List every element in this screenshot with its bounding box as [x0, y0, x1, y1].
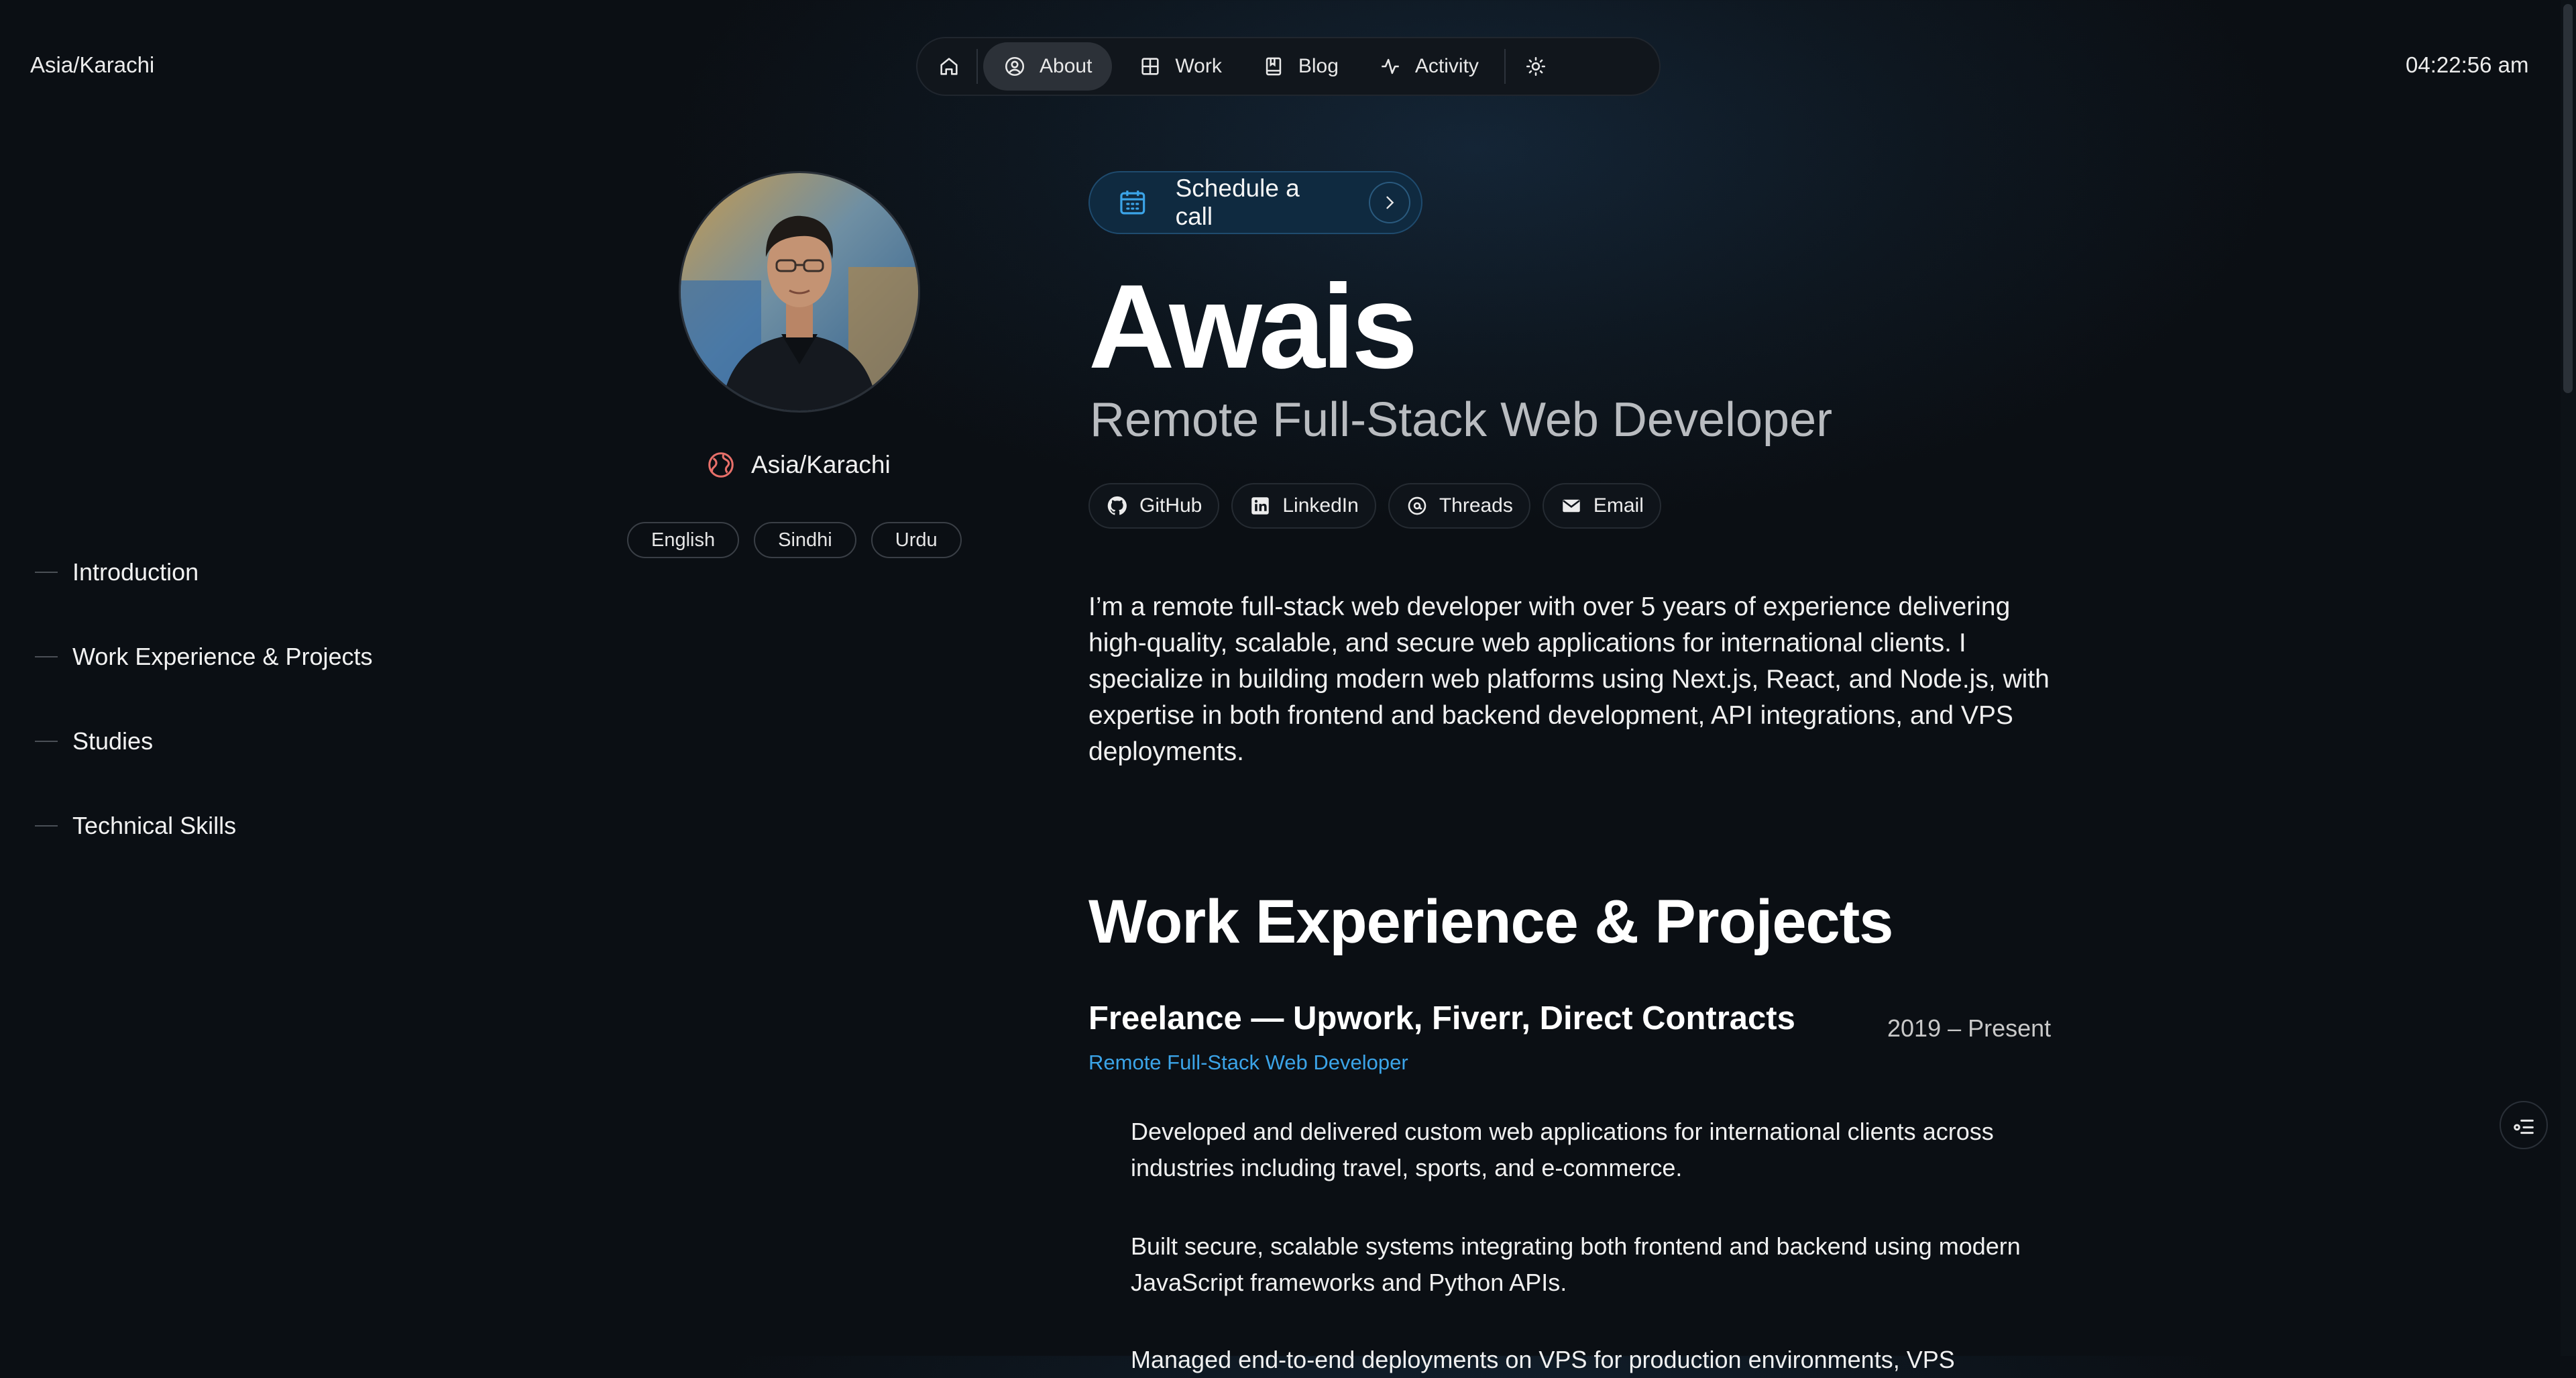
email-label: Email	[1593, 494, 1644, 517]
profile-location: Asia/Karachi	[706, 449, 891, 480]
globe-icon	[708, 452, 734, 478]
toc-label: Technical Skills	[72, 812, 237, 839]
avatar	[679, 171, 920, 413]
table-of-contents: Introduction Work Experience & Projects …	[35, 530, 373, 868]
activity-icon	[1382, 58, 1399, 74]
scrollbar-thumb[interactable]	[2563, 4, 2573, 393]
schedule-call-label: Schedule a call	[1175, 174, 1300, 230]
avatar-photo	[681, 173, 918, 411]
github-link[interactable]: GitHub	[1088, 483, 1220, 529]
threads-icon	[1408, 496, 1426, 515]
job-bullet: Built secure, scalable systems integrati…	[1131, 1232, 2021, 1296]
book-icon	[1266, 57, 1282, 76]
threads-link[interactable]: Threads	[1388, 483, 1530, 529]
toc-introduction[interactable]: Introduction	[35, 530, 373, 615]
toc-label: Work Experience & Projects	[72, 643, 373, 670]
languages-list: English Sindhi Urdu	[627, 522, 962, 558]
nav-blog[interactable]: Blog	[1242, 42, 1359, 91]
grid-icon	[1141, 58, 1160, 75]
timezone-label: Asia/Karachi	[30, 52, 155, 77]
profile-role: Remote Full-Stack Web Developer	[1090, 393, 1833, 447]
user-circle-icon	[1005, 56, 1025, 76]
home-icon	[940, 58, 958, 75]
toc-technical-skills[interactable]: Technical Skills	[35, 784, 373, 868]
toc-dash	[35, 741, 58, 742]
language-chip: English	[627, 522, 740, 558]
job-role: Remote Full-Stack Web Developer	[1088, 1051, 1408, 1074]
nav-home[interactable]	[917, 42, 976, 91]
mail-icon	[1563, 499, 1580, 513]
toc-dash	[35, 656, 58, 657]
clock: 04:22:56 am	[2406, 52, 2529, 77]
toc-label: Introduction	[72, 558, 199, 586]
social-links: GitHub LinkedIn Threads Email	[1088, 483, 1661, 529]
section-title-work: Work Experience & Projects	[1088, 888, 1893, 956]
job-title: Freelance — Upwork, Fiverr, Direct Contr…	[1088, 1000, 1795, 1037]
nav-activity[interactable]: Activity	[1359, 42, 1499, 91]
schedule-call-button[interactable]: Schedule a call	[1088, 171, 1422, 234]
nav-work[interactable]: Work	[1119, 42, 1241, 91]
sun-icon	[1526, 56, 1545, 76]
job-bullet: Developed and delivered custom web appli…	[1131, 1118, 1994, 1181]
nav-about-label: About	[1040, 55, 1093, 77]
job-bullet: Managed end-to-end deployments on VPS fo…	[1131, 1346, 1955, 1373]
list-settings-icon	[2514, 1119, 2534, 1134]
toc-label: Studies	[72, 727, 154, 755]
toc-dash	[35, 572, 58, 573]
calendar-icon	[1120, 191, 1145, 215]
linkedin-link[interactable]: LinkedIn	[1231, 483, 1376, 529]
linkedin-icon	[1251, 497, 1270, 515]
toc-dash	[35, 825, 58, 827]
nav-work-label: Work	[1175, 55, 1222, 77]
nav-about[interactable]: About	[983, 42, 1113, 91]
theme-toggle-button[interactable]	[1506, 42, 1566, 91]
toc-toggle-button[interactable]	[2500, 1101, 2548, 1149]
nav-divider	[976, 49, 978, 84]
chevron-right-icon	[1369, 182, 1410, 223]
threads-label: Threads	[1439, 494, 1513, 517]
github-icon	[1107, 496, 1127, 515]
language-chip: Sindhi	[754, 522, 856, 558]
location-label: Asia/Karachi	[751, 451, 891, 478]
nav-blog-label: Blog	[1298, 55, 1339, 77]
language-chip: Urdu	[871, 522, 962, 558]
toc-studies[interactable]: Studies	[35, 699, 373, 784]
top-nav: About Work Blog Activity	[916, 37, 1661, 96]
bio-paragraph: I’m a remote full-stack web developer wi…	[1088, 592, 2050, 766]
toc-work-experience[interactable]: Work Experience & Projects	[35, 615, 373, 699]
nav-activity-label: Activity	[1414, 55, 1479, 77]
linkedin-label: LinkedIn	[1282, 494, 1359, 517]
profile-name: Awais	[1088, 260, 1418, 393]
job-dates: 2019 – Present	[1887, 1014, 2052, 1042]
email-link[interactable]: Email	[1542, 483, 1661, 529]
github-label: GitHub	[1139, 494, 1202, 517]
